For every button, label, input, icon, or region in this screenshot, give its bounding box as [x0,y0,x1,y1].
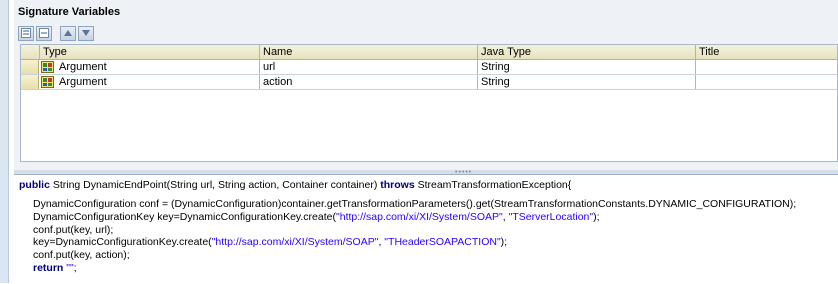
move-down-button[interactable] [78,25,94,41]
cell-name[interactable]: url [259,60,477,74]
table-row[interactable]: Argument url String [21,60,837,75]
table-row[interactable]: Argument action String [21,75,837,90]
code-line: DynamicConfigurationKey key=DynamicConfi… [33,211,600,223]
cell-name[interactable]: action [259,75,477,89]
row-selector[interactable] [21,75,39,89]
table-header: Type Name Java Type Title [21,45,837,60]
row-selector[interactable] [21,60,39,74]
cell-type: Argument [59,76,107,88]
column-header-name[interactable]: Name [259,45,477,59]
move-down-icon [82,30,90,36]
remove-row-icon [39,28,49,38]
add-row-button[interactable] [18,25,34,41]
code-line: key=DynamicConfigurationKey.create("http… [33,236,508,248]
add-row-icon [21,28,31,38]
move-up-button[interactable] [60,25,76,41]
column-header-type[interactable]: Type [39,45,259,59]
cell-type: Argument [59,61,107,73]
argument-type-icon [41,61,54,73]
code-signature-line: public String DynamicEndPoint(String url… [19,179,572,191]
column-header-title[interactable]: Title [695,45,837,59]
code-editor[interactable]: public String DynamicEndPoint(String url… [14,174,838,284]
cell-java-type[interactable]: String [477,75,695,89]
signature-variables-table: Type Name Java Type Title Argument url S… [20,44,838,162]
code-line: DynamicConfiguration conf = (DynamicConf… [33,198,797,210]
panel-title: Signature Variables [18,6,121,18]
code-line: return ""; [33,262,77,274]
move-up-icon [64,30,72,36]
code-line: conf.put(key, url); [33,224,114,236]
remove-row-button[interactable] [36,25,52,41]
column-header-java-type[interactable]: Java Type [477,45,695,59]
left-edge-bar [0,0,9,283]
code-line: conf.put(key, action); [33,249,130,261]
cell-java-type[interactable]: String [477,60,695,74]
argument-type-icon [41,76,54,88]
table-toolbar [18,25,94,41]
cell-title[interactable] [695,60,837,74]
cell-title[interactable] [695,75,837,89]
